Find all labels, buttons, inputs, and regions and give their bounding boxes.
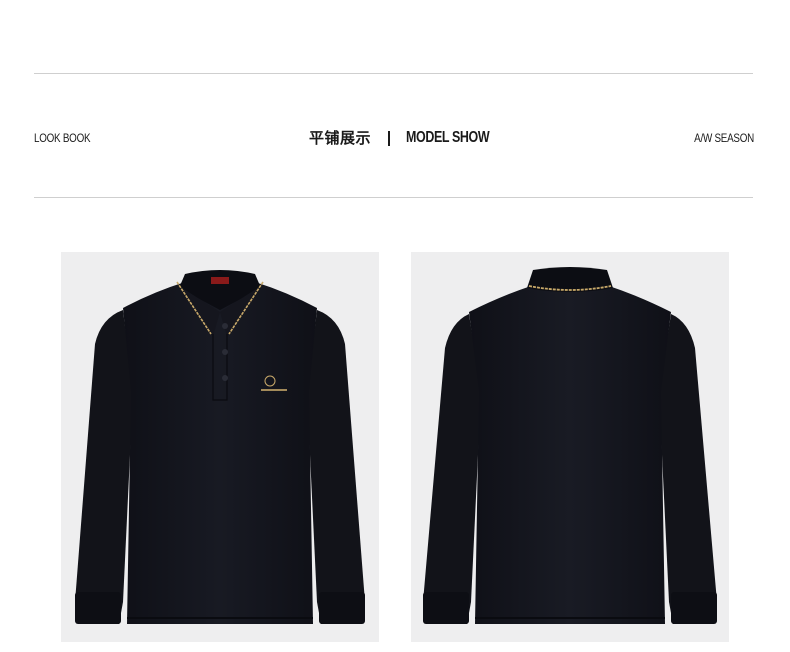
polo-front-illustration	[75, 270, 365, 624]
section-title: 平铺展示 MODEL SHOW	[309, 125, 513, 151]
section-title-cn: 平铺展示	[309, 129, 372, 147]
product-image-front	[61, 252, 379, 642]
polo-back-illustration	[423, 267, 717, 624]
title-separator	[388, 130, 391, 146]
look-book-label: LOOK BOOK	[34, 131, 91, 145]
product-image-back	[411, 252, 729, 642]
top-divider	[34, 73, 753, 74]
section-title-en: MODEL SHOW	[406, 129, 490, 146]
bottom-divider	[34, 197, 753, 198]
season-label: A/W SEASON	[694, 131, 754, 145]
